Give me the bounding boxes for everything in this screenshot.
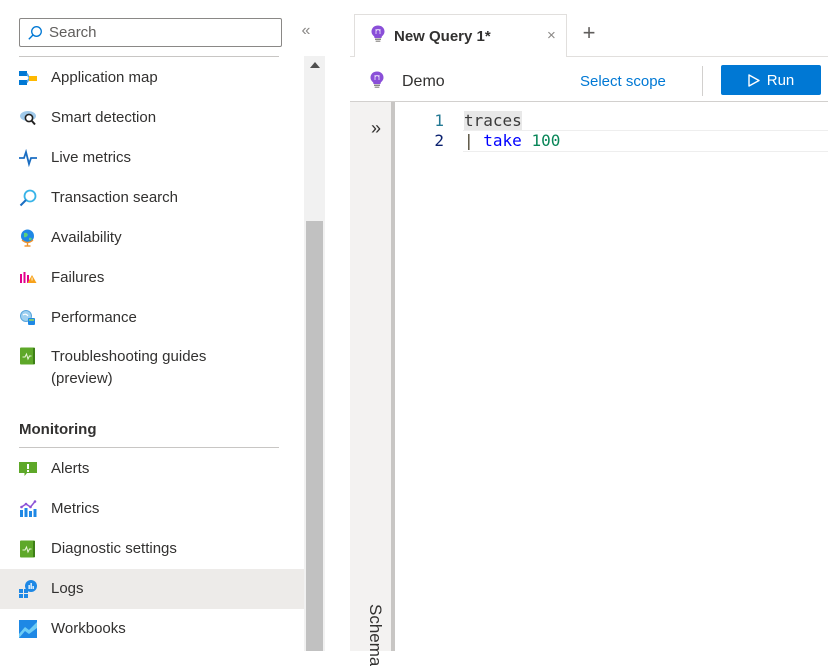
sidebar-item-alerts[interactable]: Alerts (0, 449, 304, 489)
sidebar-item-metrics[interactable]: Metrics (0, 489, 304, 529)
query-bulb-icon (371, 25, 385, 47)
sidebar-item-smart-detection[interactable]: Smart detection (0, 98, 304, 138)
line-code: | take 100 (464, 131, 560, 151)
search-icon (28, 25, 42, 40)
sidebar-item-label: Workbooks (51, 620, 126, 637)
sidebar-item-performance[interactable]: Performance (0, 298, 304, 338)
application-map-icon (19, 69, 37, 87)
close-tab-icon[interactable]: × (547, 27, 556, 44)
collapse-sidebar-button[interactable]: « (296, 22, 316, 42)
scroll-up-arrow-icon[interactable] (310, 62, 320, 68)
line-number: 2 (434, 131, 444, 150)
sidebar-item-label: Alerts (51, 460, 90, 477)
sidebar-item-label: Logs (51, 580, 84, 597)
scope-bulb-icon (370, 71, 384, 93)
token-keyword: take (483, 131, 522, 150)
token-pipe: | (464, 131, 484, 150)
toolbar-separator (702, 66, 703, 96)
tab-label: New Query 1* (394, 27, 491, 45)
sidebar-item-label: Application map (51, 69, 158, 86)
sidebar-item-label: Live metrics (51, 149, 132, 166)
query-editor[interactable]: 1 traces 2 | take 100 (395, 102, 828, 651)
scope-name: Demo (402, 73, 445, 90)
schema-pane-title[interactable]: Schema (364, 604, 386, 666)
sidebar-item-live-metrics[interactable]: Live metrics (0, 138, 304, 178)
sidebar-item-availability[interactable]: Availability (0, 218, 304, 258)
editor-line: 1 traces (395, 111, 828, 131)
troubleshooting-guides-icon (19, 347, 37, 365)
section-title: Monitoring (19, 421, 97, 438)
availability-icon (19, 229, 37, 247)
sidebar-item-diagnostic-settings[interactable]: Diagnostic settings (0, 529, 304, 569)
workbooks-icon (19, 620, 37, 638)
alerts-icon (19, 460, 37, 478)
editor-line-active: 2 | take 100 (395, 130, 828, 152)
token-number: 100 (531, 131, 561, 150)
logs-icon (19, 580, 37, 598)
search-box[interactable] (19, 18, 282, 47)
transaction-search-icon (19, 189, 37, 207)
sidebar-item-label: Performance (51, 309, 137, 326)
metrics-icon (19, 500, 37, 518)
line-code: traces (464, 111, 522, 131)
sidebar-item-label: Transaction search (51, 189, 179, 206)
sidebar-item-label: Failures (51, 269, 105, 286)
section-header-monitoring: Monitoring (19, 398, 279, 448)
sidebar-item-label: Troubleshooting guides (preview) (51, 348, 207, 387)
expand-schema-button[interactable]: » (366, 118, 386, 138)
run-button[interactable]: Run (721, 65, 821, 95)
tab-new-query-1[interactable]: New Query 1* × (354, 14, 567, 57)
sidebar-item-label: Smart detection (51, 109, 157, 126)
sidebar-scrollbar-thumb[interactable] (306, 221, 323, 651)
sidebar-item-label: Metrics (51, 500, 100, 517)
schema-pane (350, 102, 391, 651)
sidebar-item-transaction-search[interactable]: Transaction search (0, 178, 304, 218)
sidebar-item-label: Availability (51, 229, 122, 246)
live-metrics-icon (19, 149, 37, 167)
sidebar-item-label: Diagnostic settings (51, 540, 177, 557)
search-input[interactable] (49, 24, 269, 41)
divider (19, 56, 279, 57)
token-table: traces (464, 111, 522, 130)
run-label: Run (766, 71, 795, 89)
smart-detection-icon (19, 109, 37, 127)
sidebar-item-logs[interactable]: Logs (0, 569, 304, 609)
play-icon (748, 73, 760, 87)
sidebar-item-application-map[interactable]: Application map (0, 58, 304, 98)
sidebar-item-failures[interactable]: Failures (0, 258, 304, 298)
line-number: 1 (434, 111, 444, 130)
failures-icon (19, 269, 37, 287)
performance-icon (19, 309, 37, 327)
diagnostic-settings-icon (19, 540, 37, 558)
sidebar-nav: Application map Smart detection Live met… (0, 58, 304, 649)
select-scope-link[interactable]: Select scope (580, 72, 666, 92)
new-tab-button[interactable]: + (579, 22, 599, 46)
sidebar-item-troubleshooting-guides[interactable]: Troubleshooting guides (preview) (0, 338, 304, 398)
sidebar-item-workbooks[interactable]: Workbooks (0, 609, 304, 649)
